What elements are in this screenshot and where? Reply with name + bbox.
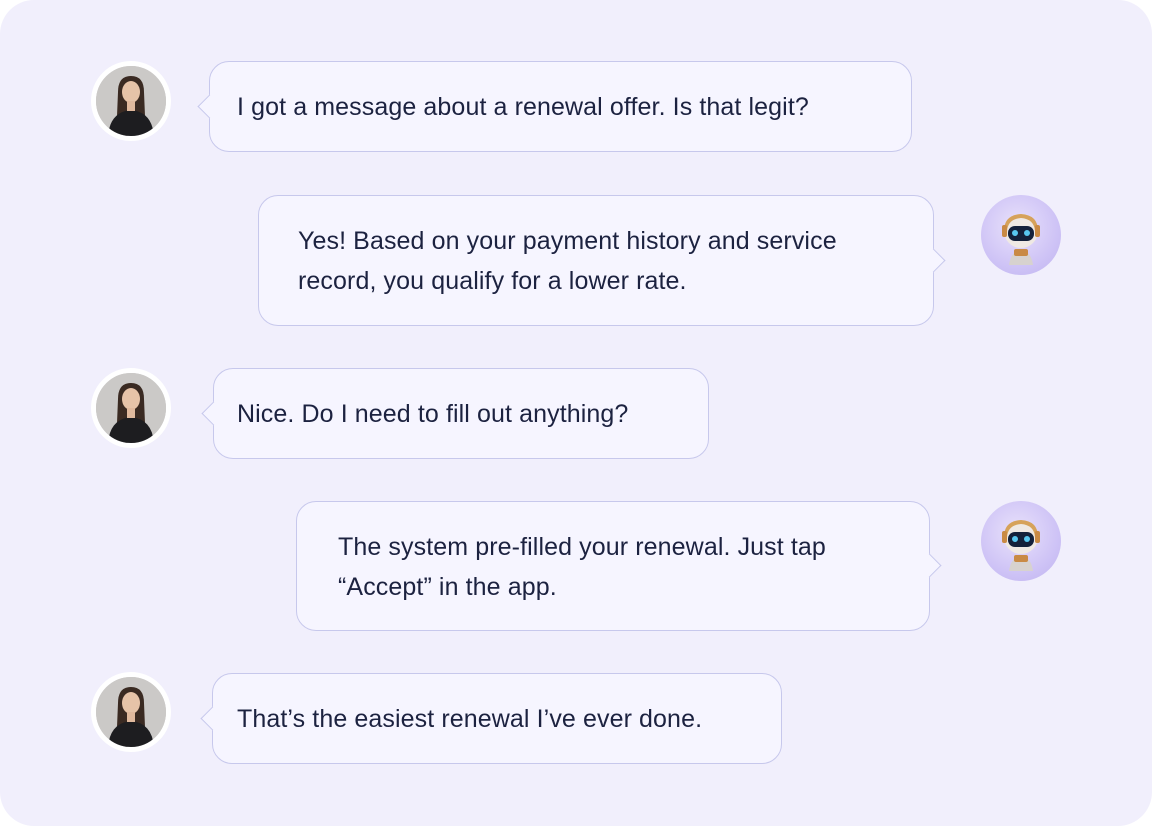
message-text: That’s the easiest renewal I’ve ever don… <box>237 705 703 733</box>
robot-icon <box>1002 520 1040 571</box>
message-text: I got a message about a renewal offer. I… <box>237 93 809 121</box>
user-photo-icon <box>96 66 166 136</box>
user-photo-icon <box>96 677 166 747</box>
user-photo-icon <box>96 373 166 443</box>
user-avatar <box>91 61 171 141</box>
message-bubble-assistant: Yes! Based on your payment history and s… <box>258 195 946 326</box>
message-text: Nice. Do I need to fill out anything? <box>237 400 629 428</box>
assistant-avatar <box>981 501 1061 581</box>
user-avatar <box>91 672 171 752</box>
message-bubble-user: I got a message about a renewal offer. I… <box>197 61 912 152</box>
message-text: The system pre-filled your renewal. Just… <box>338 533 826 601</box>
assistant-avatar <box>981 195 1061 275</box>
robot-icon <box>1002 214 1040 265</box>
message-bubble-assistant: The system pre-filled your renewal. Just… <box>296 501 942 631</box>
chat-panel: I got a message about a renewal offer. I… <box>0 0 1152 826</box>
message-bubble-user: That’s the easiest renewal I’ve ever don… <box>200 673 782 764</box>
message-bubble-user: Nice. Do I need to fill out anything? <box>201 368 709 459</box>
user-avatar <box>91 368 171 448</box>
message-text: Yes! Based on your payment history and s… <box>298 227 837 295</box>
